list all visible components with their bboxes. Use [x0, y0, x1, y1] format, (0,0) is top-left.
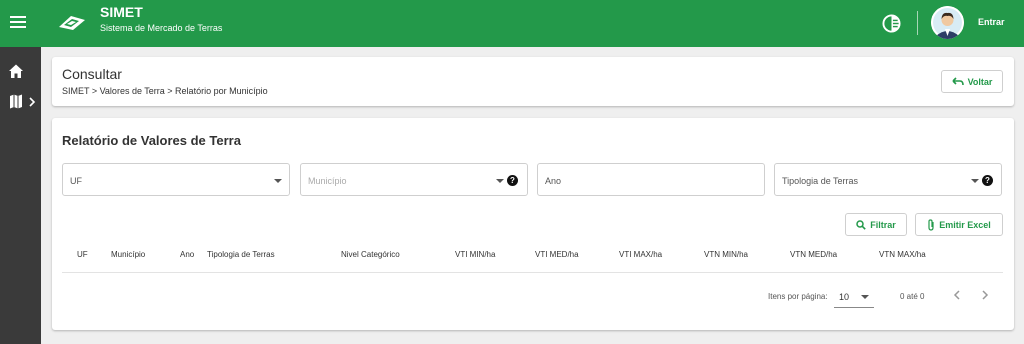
home-icon[interactable] — [8, 63, 38, 81]
column-header-municipio[interactable]: Município — [111, 250, 145, 259]
tipologia-select[interactable]: Tipologia de Terras ? — [774, 163, 1002, 196]
report-card: Relatório de Valores de Terra UF Municíp… — [52, 118, 1014, 330]
back-button-label: Voltar — [967, 76, 993, 87]
pagination-range: 0 até 0 — [900, 292, 925, 301]
previous-page-icon[interactable] — [950, 288, 964, 302]
column-header-vti-max[interactable]: VTI MAX/ha — [619, 250, 662, 259]
header-divider — [917, 11, 918, 35]
column-header-uf[interactable]: UF — [77, 250, 88, 259]
export-excel-button[interactable]: Emitir Excel — [915, 213, 1003, 236]
app-title: SIMET — [100, 4, 143, 20]
ano-input[interactable]: Ano — [537, 163, 765, 196]
menu-icon[interactable] — [8, 13, 28, 33]
municipio-select[interactable]: Município ? — [300, 163, 528, 196]
help-icon[interactable]: ? — [982, 175, 993, 186]
column-header-ano[interactable]: Ano — [180, 250, 194, 259]
page-title: Consultar — [62, 66, 122, 82]
column-header-vtn-min[interactable]: VTN MIN/ha — [704, 250, 748, 259]
chevron-down-icon — [971, 179, 979, 183]
tipologia-select-placeholder: Tipologia de Terras — [782, 176, 859, 186]
map-icon[interactable] — [8, 93, 38, 111]
uf-select[interactable]: UF — [62, 163, 290, 196]
simet-logo — [59, 16, 85, 30]
chevron-down-icon — [496, 179, 504, 183]
sidebar — [0, 47, 41, 344]
filter-button[interactable]: Filtrar — [845, 213, 907, 236]
paperclip-icon — [928, 218, 934, 231]
page-size-select[interactable]: 10 — [834, 284, 874, 308]
help-icon[interactable]: ? — [507, 175, 518, 186]
login-link[interactable]: Entrar — [978, 17, 1005, 27]
search-icon — [856, 219, 867, 230]
breadcrumb: SIMET > Valores de Terra > Relatório por… — [62, 86, 268, 96]
column-header-tipologia[interactable]: Tipologia de Terras — [207, 250, 275, 259]
contrast-icon[interactable] — [882, 14, 901, 33]
next-page-icon[interactable] — [978, 288, 992, 302]
top-app-bar: SIMET Sistema de Mercado de Terras Entra… — [0, 0, 1024, 47]
chevron-down-icon — [274, 179, 282, 183]
report-title: Relatório de Valores de Terra — [62, 133, 241, 148]
column-header-vti-med[interactable]: VTI MED/ha — [535, 250, 579, 259]
column-header-vti-min[interactable]: VTI MIN/ha — [455, 250, 495, 259]
column-header-nivel-categorico[interactable]: Nivel Categórico — [341, 250, 400, 259]
back-button[interactable]: Voltar — [941, 70, 1003, 93]
column-header-vtn-max[interactable]: VTN MAX/ha — [879, 250, 926, 259]
table-header-divider — [62, 272, 1003, 273]
ano-input-placeholder: Ano — [545, 176, 562, 186]
app-subtitle: Sistema de Mercado de Terras — [100, 23, 223, 33]
user-avatar[interactable] — [931, 6, 964, 39]
chevron-down-icon — [861, 295, 869, 299]
uf-select-placeholder: UF — [70, 176, 82, 186]
undo-icon — [952, 77, 964, 86]
municipio-select-placeholder: Município — [308, 176, 347, 186]
page-size-value: 10 — [839, 292, 850, 302]
items-per-page-label: Itens por página: — [768, 292, 828, 301]
page-header-card: Consultar SIMET > Valores de Terra > Rel… — [52, 57, 1014, 106]
export-excel-button-label: Emitir Excel — [939, 219, 991, 230]
filter-button-label: Filtrar — [870, 219, 896, 230]
column-header-vtn-med[interactable]: VTN MED/ha — [790, 250, 837, 259]
